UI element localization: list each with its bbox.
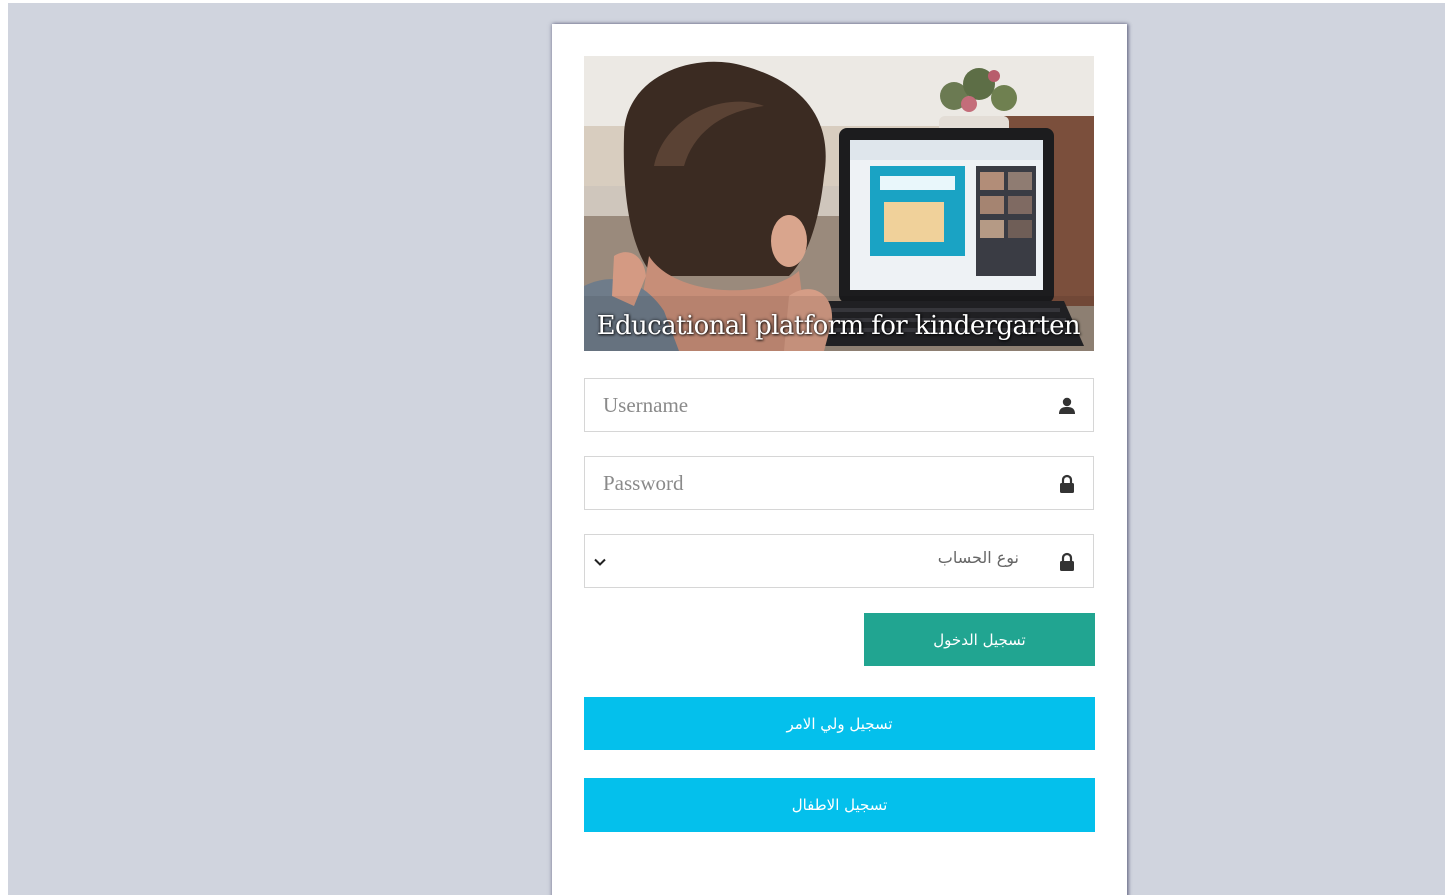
hero-photo xyxy=(584,56,1094,351)
chevron-down-icon[interactable] xyxy=(593,555,607,569)
login-card: Educational platform for kindergarten نو… xyxy=(552,24,1127,895)
password-field[interactable] xyxy=(584,456,1094,510)
username-input[interactable] xyxy=(585,379,1043,431)
register-parent-button[interactable]: تسجيل ولي الامر xyxy=(584,697,1095,750)
hero-caption: Educational platform for kindergarten xyxy=(596,311,1081,341)
window-left-edge xyxy=(0,0,8,895)
account-type-select[interactable]: نوع الحساب xyxy=(584,534,1094,588)
account-type-label: نوع الحساب xyxy=(937,548,1019,567)
lock-icon xyxy=(1060,474,1074,493)
register-children-button[interactable]: تسجيل الاطفال xyxy=(584,778,1095,832)
login-button[interactable]: تسجيل الدخول xyxy=(864,613,1095,666)
password-input[interactable] xyxy=(585,457,1043,509)
username-field[interactable] xyxy=(584,378,1094,432)
lock-icon xyxy=(1060,552,1074,571)
hero-image: Educational platform for kindergarten xyxy=(584,56,1094,351)
user-icon xyxy=(1059,397,1075,414)
window-top-edge xyxy=(0,0,1445,3)
